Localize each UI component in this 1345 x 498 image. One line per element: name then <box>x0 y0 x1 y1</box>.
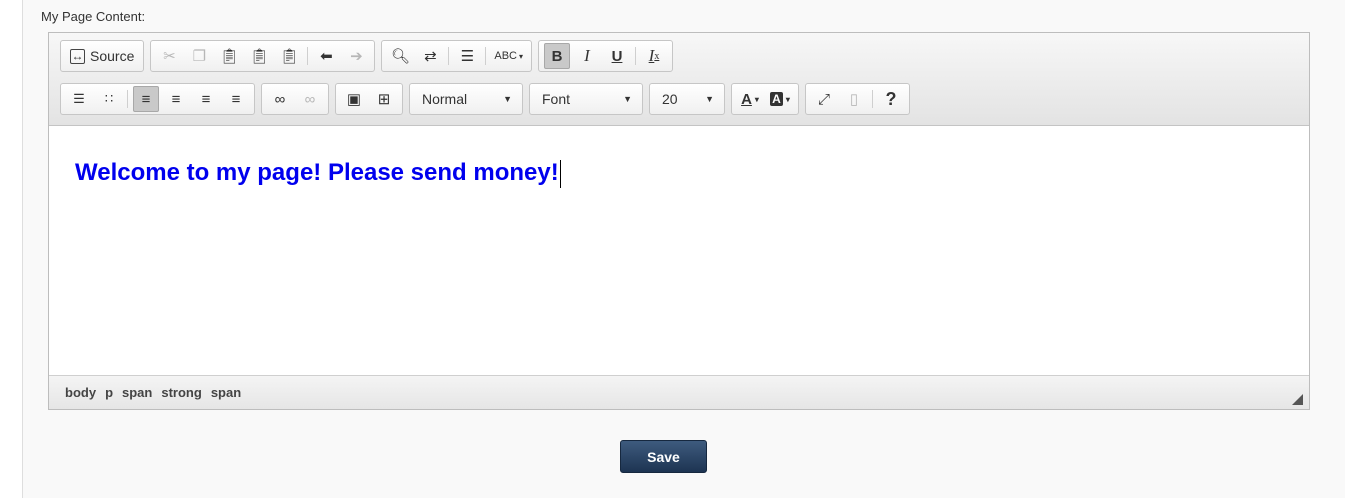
tools-group: ⤢ ▯ ? <box>805 83 910 115</box>
text-color-button[interactable]: A ▾ <box>737 86 763 112</box>
help-label: ? <box>885 88 897 109</box>
copy-icon[interactable]: ❐ <box>186 43 212 69</box>
path-crumb-strong[interactable]: strong <box>161 385 201 400</box>
italic-button[interactable]: I <box>574 43 600 69</box>
bg-color-label: A <box>770 92 783 106</box>
background-color-button[interactable]: A ▾ <box>767 86 793 112</box>
toolbar-row-2: ☰ ∷ ≡ ≡ ≡ ≡ ∞ ∞ ▣ ⊞ Normal ▼ Font ▼ 20 ▼… <box>60 83 916 115</box>
separator <box>307 47 309 65</box>
source-button[interactable]: ↔ Source <box>66 43 138 69</box>
field-label: My Page Content: <box>41 9 146 24</box>
paste-text-icon[interactable]: 📋︎ <box>246 43 272 69</box>
spellcheck-button[interactable]: ABC ▾ <box>491 43 526 69</box>
italic-label: I <box>584 46 590 65</box>
image-icon[interactable]: ▣ <box>341 86 367 112</box>
help-button[interactable]: ? <box>878 86 904 112</box>
link-icon[interactable]: ∞ <box>267 86 293 112</box>
select-all-icon[interactable]: ☰ <box>454 43 480 69</box>
source-label: Source <box>90 48 135 64</box>
format-value: Normal <box>422 91 468 107</box>
redo-icon[interactable]: ➔ <box>343 43 369 69</box>
cut-icon[interactable]: ✂ <box>156 43 182 69</box>
separator <box>872 90 873 108</box>
insert-group: ▣ ⊞ <box>335 83 403 115</box>
content-text-value: Welcome to my page! Please send money! <box>75 159 559 186</box>
align-left-icon[interactable]: ≡ <box>133 86 159 112</box>
find-icon[interactable]: 🔍︎ <box>387 43 413 69</box>
clipboard-group: ✂ ❐ 📋︎ 📋︎ 📋︎ ⬅ ➔ <box>150 40 376 72</box>
find-group: 🔍︎ ⇄ ☰ ABC ▾ <box>381 40 532 72</box>
maximize-icon[interactable]: ⤢ <box>811 86 837 112</box>
source-group: ↔ Source <box>60 40 145 72</box>
text-caret <box>559 159 561 188</box>
underline-button[interactable]: U <box>604 43 630 69</box>
toolbar-row-1: ↔ Source ✂ ❐ 📋︎ 📋︎ 📋︎ ⬅ ➔ 🔍︎ ⇄ ☰ ABC ▾ B… <box>60 40 679 72</box>
paste-word-icon[interactable]: 📋︎ <box>276 43 302 69</box>
chevron-down-icon: ▼ <box>705 94 714 104</box>
font-size-select[interactable]: 20 ▼ <box>649 83 725 115</box>
rich-text-editor: ↔ Source ✂ ❐ 📋︎ 📋︎ 📋︎ ⬅ ➔ 🔍︎ ⇄ ☰ ABC ▾ B… <box>48 32 1310 410</box>
font-size-value: 20 <box>662 91 678 107</box>
resize-handle-icon[interactable] <box>1292 394 1303 405</box>
underline-label: U <box>611 47 623 65</box>
table-icon[interactable]: ⊞ <box>371 86 397 112</box>
show-blocks-icon[interactable]: ▯ <box>841 86 867 112</box>
element-path-bar: body p span strong span <box>49 375 1309 409</box>
path-crumb-body[interactable]: body <box>65 385 96 400</box>
path-crumb-span[interactable]: span <box>122 385 152 400</box>
remove-format-button[interactable]: Ix <box>641 43 667 69</box>
undo-icon[interactable]: ⬅ <box>313 43 339 69</box>
save-button[interactable]: Save <box>620 440 707 473</box>
separator <box>448 47 450 65</box>
spellcheck-label: ABC <box>494 50 517 62</box>
path-crumb-p[interactable]: p <box>105 385 113 400</box>
editor-toolbar: ↔ Source ✂ ❐ 📋︎ 📋︎ 📋︎ ⬅ ➔ 🔍︎ ⇄ ☰ ABC ▾ B… <box>49 33 1309 126</box>
justify-icon[interactable]: ≡ <box>223 86 249 112</box>
colors-group: A ▾ A ▾ <box>731 83 799 115</box>
replace-icon[interactable]: ⇄ <box>417 43 443 69</box>
numbered-list-icon[interactable]: ☰ <box>66 86 92 112</box>
source-icon: ↔ <box>70 48 85 64</box>
unlink-icon[interactable]: ∞ <box>297 86 323 112</box>
font-select[interactable]: Font ▼ <box>529 83 643 115</box>
align-right-icon[interactable]: ≡ <box>193 86 219 112</box>
paragraph-group: ☰ ∷ ≡ ≡ ≡ ≡ <box>60 83 255 115</box>
editor-content-area[interactable]: Welcome to my page! Please send money! <box>49 127 1309 375</box>
bulleted-list-icon[interactable]: ∷ <box>96 86 122 112</box>
bold-button[interactable]: B <box>544 43 570 69</box>
separator <box>127 90 128 108</box>
separator <box>635 47 636 65</box>
chevron-down-icon: ▼ <box>623 94 632 104</box>
font-value: Font <box>542 91 571 107</box>
basic-styles-group: B I U Ix <box>538 40 673 72</box>
path-crumb-span-inner[interactable]: span <box>211 385 241 400</box>
separator <box>485 47 487 65</box>
links-group: ∞ ∞ <box>261 83 329 115</box>
chevron-down-icon: ▼ <box>503 94 512 104</box>
content-text[interactable]: Welcome to my page! Please send money! <box>75 159 561 188</box>
paste-icon[interactable]: 📋︎ <box>216 43 242 69</box>
bold-label: B <box>551 47 563 65</box>
format-select[interactable]: Normal ▼ <box>409 83 523 115</box>
align-center-icon[interactable]: ≡ <box>163 86 189 112</box>
text-color-label: A <box>741 90 752 108</box>
